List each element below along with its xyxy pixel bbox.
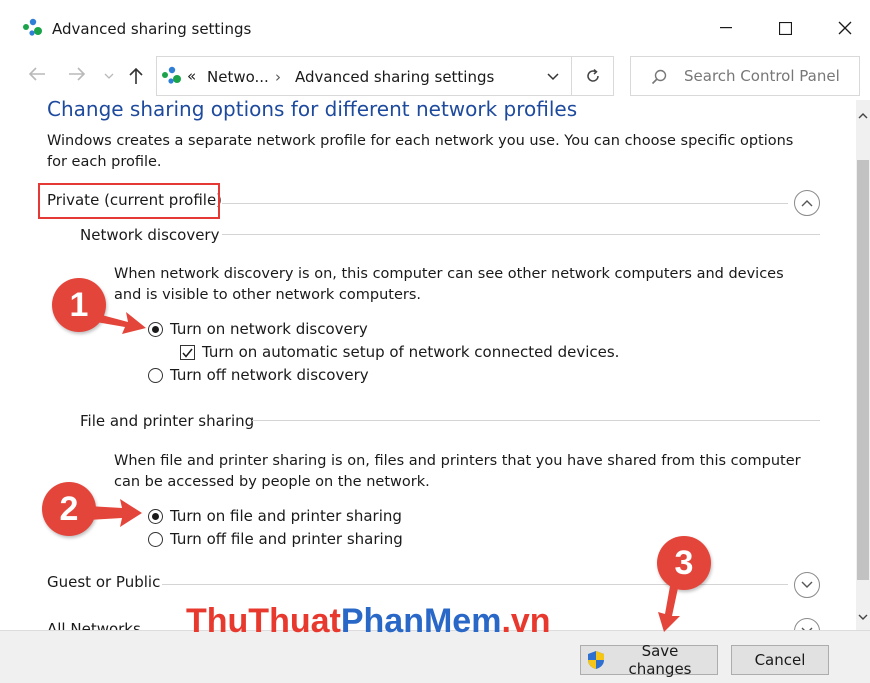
subsection-title-network-discovery: Network discovery bbox=[80, 226, 220, 244]
section-title-all-networks[interactable]: All Networks bbox=[47, 620, 141, 630]
private-profile-highlight bbox=[38, 183, 220, 219]
subsection-title-file-printer-sharing: File and printer sharing bbox=[80, 412, 255, 430]
network-icon bbox=[22, 18, 44, 38]
close-icon bbox=[838, 21, 852, 35]
radio-turn-on-file-sharing[interactable] bbox=[148, 509, 163, 524]
scrollbar-thumb[interactable] bbox=[857, 160, 869, 580]
intro-text: Windows creates a separate network profi… bbox=[47, 133, 794, 170]
save-changes-label: Save changes bbox=[628, 642, 692, 678]
option-label[interactable]: Turn on automatic setup of network conne… bbox=[202, 343, 619, 361]
uac-shield-icon bbox=[587, 650, 605, 670]
section-divider bbox=[222, 203, 788, 204]
arrow-icon bbox=[96, 300, 148, 336]
scroll-down-icon[interactable] bbox=[858, 614, 868, 621]
step-badge-3: 3 bbox=[657, 536, 711, 590]
network-icon bbox=[161, 66, 183, 86]
cancel-button[interactable]: Cancel bbox=[731, 645, 829, 675]
chevron-down-icon bbox=[801, 581, 813, 589]
up-arrow-icon[interactable] bbox=[128, 67, 144, 85]
maximize-icon bbox=[778, 21, 792, 35]
checkbox-automatic-setup[interactable] bbox=[180, 345, 195, 360]
minimize-icon bbox=[720, 27, 732, 29]
file-sharing-description: When file and printer sharing is on, fil… bbox=[114, 453, 801, 490]
option-label[interactable]: Turn off network discovery bbox=[170, 366, 369, 384]
address-bar[interactable]: « Netwo... › Advanced sharing settings bbox=[156, 56, 572, 96]
option-label[interactable]: Turn on network discovery bbox=[170, 320, 368, 338]
maximize-button[interactable] bbox=[762, 10, 808, 46]
search-icon bbox=[651, 69, 667, 85]
window-title: Advanced sharing settings bbox=[52, 20, 252, 38]
chevron-up-icon bbox=[801, 199, 813, 207]
refresh-button[interactable] bbox=[572, 56, 614, 96]
expand-all-networks-button[interactable] bbox=[794, 618, 820, 630]
subsection-divider bbox=[252, 420, 820, 421]
subsection-divider bbox=[222, 234, 820, 235]
arrow-icon bbox=[88, 496, 142, 530]
radio-turn-off-file-sharing[interactable] bbox=[148, 532, 163, 547]
expand-guest-public-button[interactable] bbox=[794, 572, 820, 598]
breadcrumb-network[interactable]: Netwo... bbox=[207, 68, 269, 86]
section-title-guest-public[interactable]: Guest or Public bbox=[47, 573, 160, 591]
network-discovery-description: When network discovery is on, this compu… bbox=[114, 266, 784, 303]
checkmark-icon bbox=[182, 348, 193, 358]
search-placeholder: Search Control Panel bbox=[684, 67, 840, 85]
close-button[interactable] bbox=[822, 10, 868, 46]
radio-turn-off-network-discovery[interactable] bbox=[148, 368, 163, 383]
chevron-down-icon[interactable] bbox=[547, 73, 559, 81]
radio-turn-on-network-discovery[interactable] bbox=[148, 322, 163, 337]
search-field[interactable]: Search Control Panel bbox=[630, 56, 860, 96]
site-watermark: ThuThuatPhanMem.vn bbox=[186, 602, 551, 640]
minimize-button[interactable] bbox=[703, 10, 749, 46]
breadcrumb-advanced-sharing[interactable]: Advanced sharing settings bbox=[295, 68, 494, 86]
back-arrow-icon[interactable] bbox=[28, 66, 46, 82]
breadcrumb-separator[interactable]: › bbox=[275, 68, 281, 86]
page-title: Change sharing options for different net… bbox=[47, 100, 578, 121]
settings-content: Change sharing options for different net… bbox=[0, 100, 856, 630]
title-bar: Advanced sharing settings bbox=[0, 0, 870, 58]
navigation-bar: « Netwo... › Advanced sharing settings S… bbox=[0, 54, 870, 100]
refresh-icon bbox=[585, 68, 601, 84]
cancel-label: Cancel bbox=[754, 651, 806, 669]
save-changes-button[interactable]: Save changes bbox=[580, 642, 718, 678]
arrow-icon bbox=[652, 586, 686, 632]
collapse-private-button[interactable] bbox=[794, 190, 820, 216]
forward-arrow-icon[interactable] bbox=[68, 66, 86, 82]
option-label[interactable]: Turn off file and printer sharing bbox=[170, 530, 403, 548]
scroll-up-icon[interactable] bbox=[858, 112, 868, 119]
option-label[interactable]: Turn on file and printer sharing bbox=[170, 507, 402, 525]
recent-locations-icon[interactable] bbox=[104, 73, 114, 79]
breadcrumb-overflow[interactable]: « bbox=[187, 67, 196, 85]
